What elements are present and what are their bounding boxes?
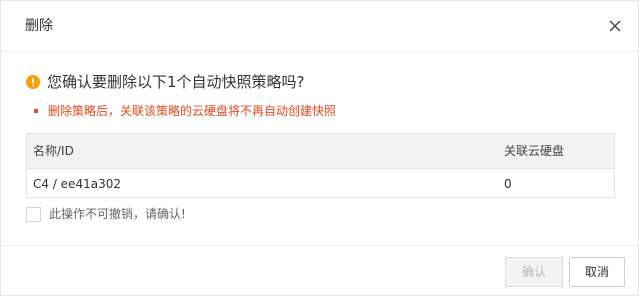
bullet-icon <box>34 109 38 113</box>
column-header-linked-disks: 关联云硬盘 <box>504 144 565 158</box>
dialog-title: 删除 <box>25 18 53 34</box>
dialog-header: 删除 <box>1 1 638 52</box>
close-icon <box>609 20 621 32</box>
dialog-footer: 确认 取消 <box>1 245 638 296</box>
delete-dialog: 删除 您确认要删除以下1个自动快照策略吗? 删除策略后，关联该策略的云硬盘将不再… <box>0 0 639 296</box>
close-button[interactable] <box>606 17 624 35</box>
column-header-name-id: 名称/ID <box>33 144 74 158</box>
confirm-button[interactable]: 确认 <box>505 257 563 287</box>
question-text: 您确认要删除以下1个自动快照策略吗? <box>47 73 305 91</box>
table-header: 名称/ID 关联云硬盘 <box>27 134 614 169</box>
warning-row: 删除策略后，关联该策略的云硬盘将不再自动创建快照 <box>34 102 336 120</box>
confirm-checkbox[interactable] <box>26 207 41 222</box>
warning-circle-icon <box>26 75 40 89</box>
table-row: C4 / ee41a302 0 <box>27 169 614 198</box>
confirm-checkbox-label[interactable]: 此操作不可撤销，请确认! <box>49 206 186 223</box>
question-row: 您确认要删除以下1个自动快照策略吗? <box>26 71 305 93</box>
cell-linked-disks: 0 <box>504 177 512 191</box>
cell-name-id: C4 / ee41a302 <box>33 177 121 191</box>
snapshot-policy-table: 名称/ID 关联云硬盘 C4 / ee41a302 0 <box>26 133 615 198</box>
warning-text: 删除策略后，关联该策略的云硬盘将不再自动创建快照 <box>48 104 337 118</box>
confirm-row: 此操作不可撤销，请确认! <box>26 206 186 223</box>
cancel-button[interactable]: 取消 <box>569 257 625 287</box>
